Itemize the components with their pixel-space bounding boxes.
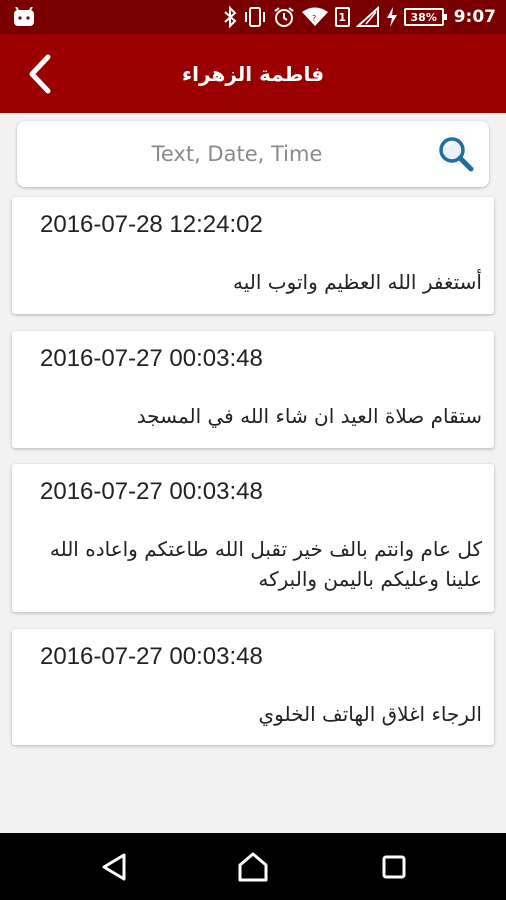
message-date: 2016-07-28 12:24:02 [40, 211, 263, 238]
message-card[interactable]: 2016-07-27 00:03:48 الرجاء اغلاق الهاتف … [12, 629, 494, 745]
navigation-bar [0, 833, 506, 900]
nav-home-button[interactable] [236, 850, 270, 884]
bluetooth-icon [223, 6, 237, 28]
message-text: أستغفر الله العظيم واتوب اليه [233, 270, 482, 294]
back-triangle-icon [102, 853, 126, 881]
search-icon[interactable] [437, 135, 475, 173]
back-button[interactable] [20, 52, 60, 96]
message-text: ستقام صلاة العيد ان شاء الله في المسجد [136, 404, 482, 428]
message-card[interactable]: 2016-07-28 12:24:02 أستغفر الله العظيم و… [12, 197, 494, 314]
vibrate-icon [243, 6, 267, 28]
svg-text:?: ? [312, 14, 316, 23]
nav-back-button[interactable] [97, 850, 131, 884]
nav-recents-button[interactable] [377, 850, 411, 884]
message-date: 2016-07-27 00:03:48 [40, 345, 263, 372]
message-list-area: 2016-07-28 12:24:02 أستغفر الله العظيم و… [0, 113, 506, 833]
signal-icon [355, 6, 380, 28]
home-icon [238, 852, 268, 882]
page-title: فاطمة الزهراء [181, 61, 325, 86]
message-card[interactable]: 2016-07-27 00:03:48 كل عام وانتم بالف خي… [12, 464, 494, 612]
message-date: 2016-07-27 00:03:48 [40, 478, 263, 505]
charging-icon [386, 6, 398, 28]
clock: 9:07 [453, 7, 496, 27]
message-text: كل عام وانتم بالف خير تقبل الله طاعتكم و… [49, 537, 482, 591]
app-bar: فاطمة الزهراء [0, 34, 506, 113]
message-card[interactable]: 2016-07-27 00:03:48 ستقام صلاة العيد ان … [12, 331, 494, 448]
message-text: الرجاء اغلاق الهاتف الخلوي [258, 702, 483, 726]
chevron-left-icon [29, 54, 51, 94]
search-input[interactable] [37, 121, 437, 187]
android-icon [14, 7, 34, 26]
wifi-icon: ? [301, 6, 329, 28]
recents-icon [382, 855, 406, 879]
sim-icon: 1 [334, 7, 350, 27]
status-bar: ? 1 38% 9:07 [0, 0, 506, 34]
search-bar [17, 121, 489, 187]
message-date: 2016-07-27 00:03:48 [40, 643, 263, 670]
alarm-icon [273, 6, 295, 28]
battery-icon: 38% [403, 8, 447, 26]
